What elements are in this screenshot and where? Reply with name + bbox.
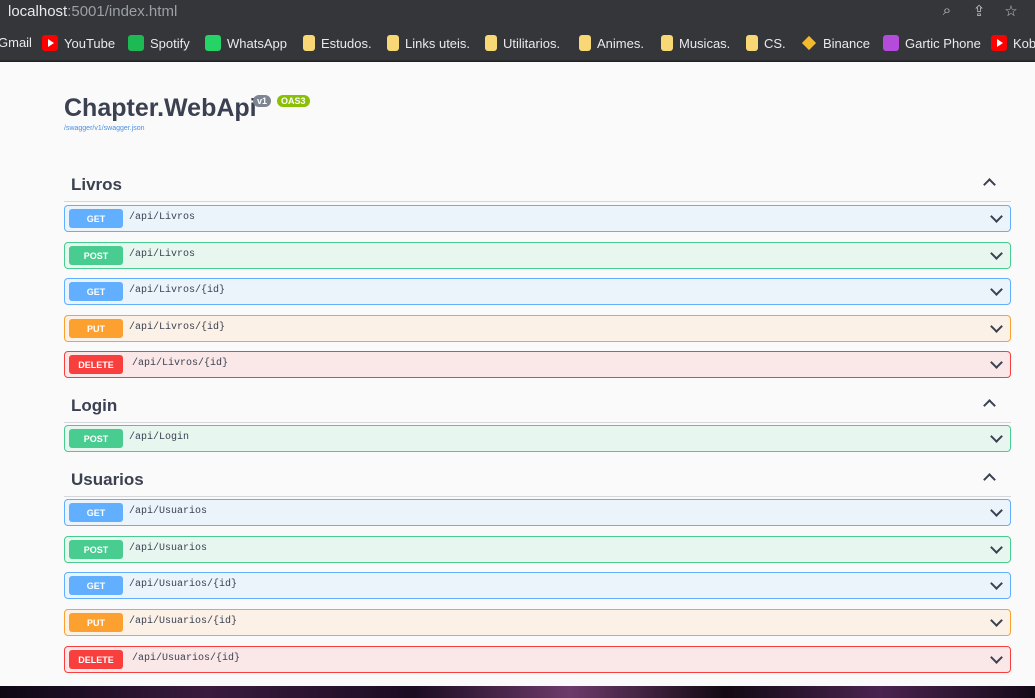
chevron-down-icon[interactable] bbox=[990, 653, 1002, 665]
chevron-down-icon[interactable] bbox=[990, 249, 1002, 261]
gartic-phone-icon bbox=[883, 35, 899, 51]
method-badge: PUT bbox=[69, 319, 123, 338]
url-field[interactable]: localhost:5001/index.html bbox=[8, 3, 177, 20]
operation-path: /api/Usuarios/{id} bbox=[132, 653, 241, 664]
method-badge: GET bbox=[69, 209, 123, 228]
bookmark-cs[interactable]: CS. bbox=[746, 35, 786, 51]
operation-get-usuarios[interactable]: GET /api/Usuarios bbox=[64, 499, 1011, 526]
address-bar[interactable]: localhost:5001/index.html ⌕ ⇪ ☆ bbox=[0, 0, 1035, 25]
tag-name: Usuarios bbox=[71, 470, 144, 489]
chevron-down-icon[interactable] bbox=[990, 358, 1002, 370]
binance-icon bbox=[801, 35, 817, 51]
method-badge: PUT bbox=[69, 613, 123, 632]
tag-name: Livros bbox=[71, 175, 123, 194]
chevron-down-icon[interactable] bbox=[990, 432, 1002, 444]
bookmark-utilitarios[interactable]: Utilitarios. bbox=[485, 35, 560, 51]
tag-name: Login bbox=[71, 396, 118, 415]
desktop-wallpaper bbox=[0, 686, 1035, 698]
operation-put-usuarios-id[interactable]: PUT /api/Usuarios/{id} bbox=[64, 609, 1011, 636]
folder-icon bbox=[661, 35, 673, 51]
bookmark-binance[interactable]: Binance bbox=[801, 35, 870, 51]
operation-path: /api/Livros/{id} bbox=[129, 322, 226, 333]
share-icon[interactable]: ⇪ bbox=[969, 2, 989, 20]
version-badge: v1 bbox=[253, 95, 272, 107]
folder-icon bbox=[579, 35, 591, 51]
folder-icon bbox=[387, 35, 399, 51]
zoom-icon[interactable]: ⌕ bbox=[937, 2, 957, 20]
bookmark-whatsapp[interactable]: WhatsApp bbox=[205, 35, 287, 51]
operation-get-usuarios-id[interactable]: GET /api/Usuarios/{id} bbox=[64, 572, 1011, 599]
method-badge: POST bbox=[69, 429, 123, 448]
whatsapp-icon bbox=[205, 35, 221, 51]
operation-path: /api/Usuarios bbox=[129, 543, 208, 554]
operation-path: /api/Livros/{id} bbox=[132, 358, 229, 369]
method-badge: GET bbox=[69, 503, 123, 522]
method-badge: POST bbox=[69, 540, 123, 559]
operation-get-livros-id[interactable]: GET /api/Livros/{id} bbox=[64, 278, 1011, 305]
chevron-down-icon[interactable] bbox=[990, 543, 1002, 555]
oas-badge: OAS3 bbox=[277, 95, 310, 107]
chevron-down-icon[interactable] bbox=[990, 322, 1002, 334]
operation-delete-usuarios-id[interactable]: DELETE /api/Usuarios/{id} bbox=[64, 646, 1011, 673]
bookmarks-bar: Gmail YouTube Spotify WhatsApp Estudos. … bbox=[0, 25, 1035, 61]
chevron-up-icon[interactable] bbox=[983, 397, 995, 409]
bookmark-gartic-phone[interactable]: Gartic Phone bbox=[883, 35, 981, 51]
method-badge: GET bbox=[69, 576, 123, 595]
operation-path: /api/Usuarios/{id} bbox=[129, 579, 238, 590]
operation-post-login[interactable]: POST /api/Login bbox=[64, 425, 1011, 452]
method-badge: DELETE bbox=[69, 650, 123, 669]
bookmark-kob[interactable]: Kob bbox=[991, 35, 1035, 51]
operation-path: /api/Login bbox=[129, 432, 190, 443]
tag-livros[interactable]: Livros bbox=[64, 170, 1011, 202]
folder-icon bbox=[485, 35, 497, 51]
youtube-icon bbox=[991, 35, 1007, 51]
bookmark-spotify[interactable]: Spotify bbox=[128, 35, 190, 51]
bookmark-musicas[interactable]: Musicas. bbox=[661, 35, 730, 51]
swagger-page: Chapter.WebApi v1 OAS3 /swagger/v1/swagg… bbox=[0, 62, 1035, 686]
chevron-down-icon[interactable] bbox=[990, 212, 1002, 224]
spotify-icon bbox=[128, 35, 144, 51]
chevron-down-icon[interactable] bbox=[990, 579, 1002, 591]
chevron-up-icon[interactable] bbox=[983, 471, 995, 483]
tag-login[interactable]: Login bbox=[64, 391, 1011, 423]
youtube-icon bbox=[42, 35, 58, 51]
operation-path: /api/Livros bbox=[129, 212, 196, 223]
bookmark-youtube[interactable]: YouTube bbox=[42, 35, 115, 51]
chevron-down-icon[interactable] bbox=[990, 285, 1002, 297]
operation-post-usuarios[interactable]: POST /api/Usuarios bbox=[64, 536, 1011, 563]
chevron-down-icon[interactable] bbox=[990, 506, 1002, 518]
folder-icon bbox=[303, 35, 315, 51]
method-badge: DELETE bbox=[69, 355, 123, 374]
operation-get-livros[interactable]: GET /api/Livros bbox=[64, 205, 1011, 232]
bookmark-animes[interactable]: Animes. bbox=[579, 35, 644, 51]
api-title: Chapter.WebApi bbox=[64, 94, 257, 122]
tag-usuarios[interactable]: Usuarios bbox=[64, 465, 1011, 497]
chevron-down-icon[interactable] bbox=[990, 616, 1002, 628]
bookmark-gmail[interactable]: Gmail bbox=[0, 35, 32, 50]
spec-link[interactable]: /swagger/v1/swagger.json bbox=[64, 125, 145, 132]
bookmark-links-uteis[interactable]: Links uteis. bbox=[387, 35, 470, 51]
method-badge: GET bbox=[69, 282, 123, 301]
operation-path: /api/Livros/{id} bbox=[129, 285, 226, 296]
operation-delete-livros-id[interactable]: DELETE /api/Livros/{id} bbox=[64, 351, 1011, 378]
operation-path: /api/Usuarios/{id} bbox=[129, 616, 238, 627]
bookmark-estudos[interactable]: Estudos. bbox=[303, 35, 372, 51]
chevron-up-icon[interactable] bbox=[983, 176, 995, 188]
method-badge: POST bbox=[69, 246, 123, 265]
star-icon[interactable]: ☆ bbox=[1001, 2, 1021, 20]
operation-put-livros-id[interactable]: PUT /api/Livros/{id} bbox=[64, 315, 1011, 342]
operation-path: /api/Livros bbox=[129, 249, 196, 260]
folder-icon bbox=[746, 35, 758, 51]
operation-path: /api/Usuarios bbox=[129, 506, 208, 517]
operation-post-livros[interactable]: POST /api/Livros bbox=[64, 242, 1011, 269]
